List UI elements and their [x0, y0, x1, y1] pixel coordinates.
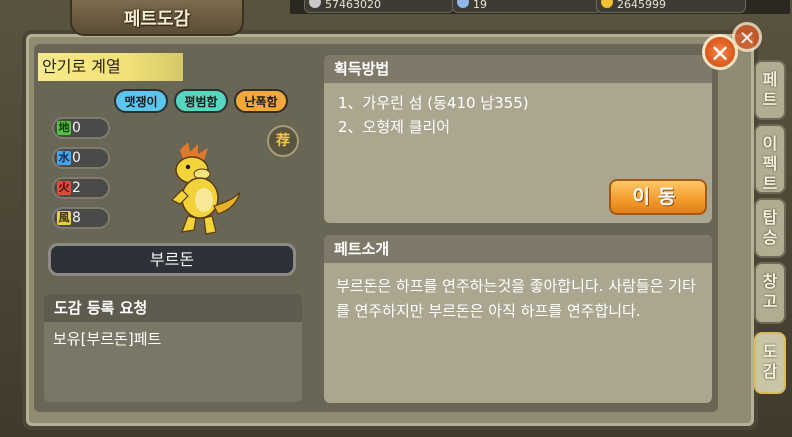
gold-coin-icon	[601, 0, 613, 8]
acquire-item-2: 2、오형제 클리어	[338, 118, 451, 136]
intro-title: 페트소개	[324, 235, 712, 263]
stat-wind: 風 8	[52, 207, 110, 229]
move-button[interactable]: 이동	[609, 179, 707, 215]
fire-element-icon: 火	[57, 181, 71, 195]
stat-fire: 火 2	[52, 177, 110, 199]
water-element-icon: 水	[57, 151, 71, 165]
resource-crystal-value: 19	[473, 0, 487, 11]
page-title: 페트도감	[123, 9, 191, 30]
pet-location-label: 안기로 계열	[38, 53, 183, 81]
resource-silver-value: 57463020	[325, 0, 381, 11]
stat-water: 水 0	[52, 147, 110, 169]
acquire-item-1: 1、가우린 섬 (동410 남355)	[338, 94, 529, 112]
register-request-title: 도감 등록 요청	[44, 294, 302, 322]
resource-gold-value: 2645999	[617, 0, 666, 11]
resource-crystal: 19	[452, 0, 602, 13]
stat-earth-value: 0	[72, 120, 81, 136]
pet-name-bar: 부르돈	[48, 243, 296, 276]
acquire-title: 획득방법	[324, 55, 712, 83]
title-tab: 페트도감	[70, 0, 244, 36]
stat-water-value: 0	[72, 150, 81, 166]
resource-gold: 2645999	[596, 0, 746, 13]
side-tab-encyclopedia[interactable]: 도감	[754, 332, 786, 394]
silver-coin-icon	[309, 0, 321, 8]
recommend-badge[interactable]: 荐	[267, 125, 299, 157]
resource-silver: 57463020	[304, 0, 454, 13]
stat-fire-value: 2	[72, 180, 81, 196]
side-tab-ride[interactable]: 탑승	[754, 198, 786, 258]
side-tab-effect[interactable]: 이펙트	[754, 124, 786, 194]
intro-text: 부르돈은 하프를 연주하는것을 좋아합니다. 사람들은 기타를 연주하지만 부르…	[336, 277, 696, 320]
side-tab-pet[interactable]: 페트	[754, 60, 786, 120]
tag-trait-1: 맷쟁이	[114, 89, 168, 113]
register-request-text: 보유[부르돈]페트	[53, 330, 162, 348]
earth-element-icon: 地	[57, 121, 71, 135]
tag-trait-2: 평범함	[174, 89, 228, 113]
tag-trait-3: 난폭함	[234, 89, 288, 113]
stat-wind-value: 8	[72, 210, 81, 226]
crystal-icon	[457, 0, 469, 8]
wind-element-icon: 風	[57, 211, 71, 225]
stat-earth: 地 0	[52, 117, 110, 139]
close-icon[interactable]: ✕	[702, 34, 738, 70]
pet-sprite	[170, 142, 241, 235]
side-tab-storage[interactable]: 창고	[754, 262, 786, 324]
